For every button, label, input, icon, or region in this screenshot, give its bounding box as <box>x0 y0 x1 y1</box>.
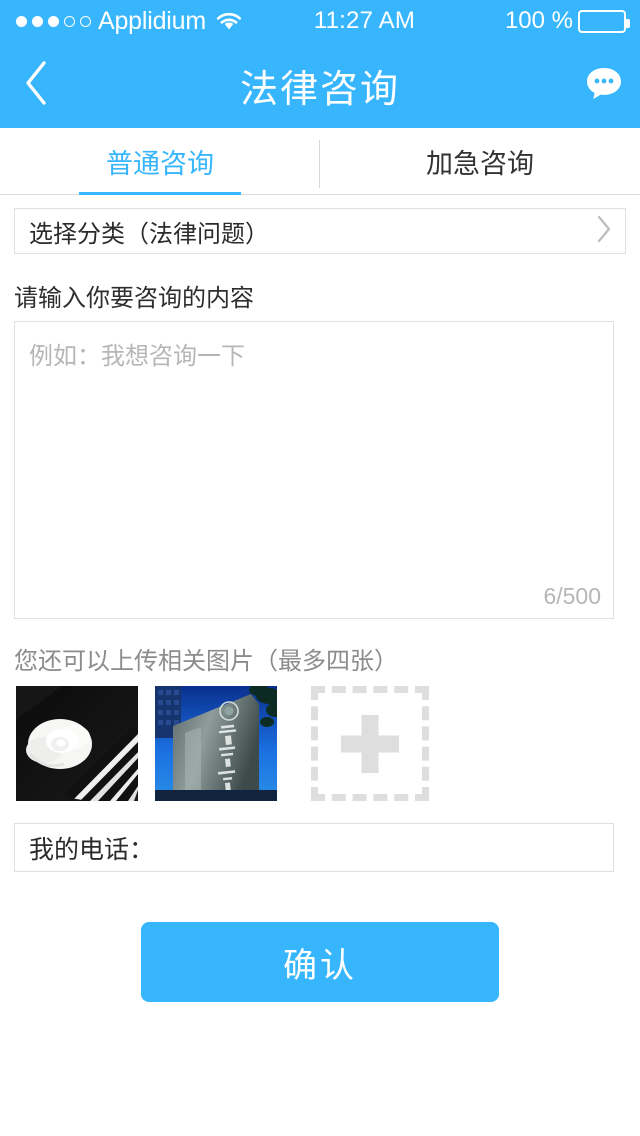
plus-icon <box>341 715 399 773</box>
confirm-button[interactable]: 确认 <box>141 922 499 1002</box>
tab-label: 加急咨询 <box>426 148 534 179</box>
character-counter: 6/500 <box>543 583 601 609</box>
thumbnail-stone-monument-building-sign[interactable] <box>155 686 277 801</box>
textarea-placeholder: 例如：我想咨询一下 <box>29 343 245 370</box>
status-bar: Applidium 11:27 AM 100 % <box>0 0 640 42</box>
category-selector[interactable]: 选择分类（法律问题） <box>14 208 626 254</box>
add-photo-button[interactable] <box>311 686 429 801</box>
chat-button[interactable] <box>568 42 640 128</box>
chevron-right-icon <box>595 214 613 249</box>
upload-images-label: 您还可以上传相关图片（最多四张） <box>14 648 398 675</box>
phone-number-label: 我的电话： <box>29 835 155 864</box>
battery-percent-label: 100 % <box>504 7 573 34</box>
tab-normal-consultation[interactable]: 普通咨询 <box>0 128 320 194</box>
battery-icon <box>578 9 630 33</box>
tab-urgent-consultation[interactable]: 加急咨询 <box>320 128 640 194</box>
category-selector-label: 选择分类（法律问题） <box>29 220 269 248</box>
consultation-type-tabs: 普通咨询 加急咨询 <box>0 128 640 195</box>
status-bar-right: 100 % <box>505 7 640 35</box>
signal-strength-icon <box>16 15 91 27</box>
page-title: 法律咨询 <box>239 68 400 111</box>
thumbnail-white-rose-on-piano-keys[interactable] <box>16 686 138 801</box>
chat-bubble-icon <box>585 65 623 106</box>
status-bar-left: Applidium <box>0 7 242 36</box>
consultation-content-label: 请输入你要咨询的内容 <box>14 285 254 312</box>
carrier-name: Applidium <box>98 6 206 35</box>
navigation-bar: 法律咨询 <box>0 42 640 128</box>
phone-number-field[interactable]: 我的电话： <box>14 823 614 872</box>
app-screen: Applidium 11:27 AM 100 % 法律咨询 普通咨询 加急咨询 … <box>0 0 640 1136</box>
form-content: 选择分类（法律问题） 请输入你要咨询的内容 例如：我想咨询一下 6/500 您还… <box>0 195 640 1002</box>
image-thumbnail-list <box>0 686 640 801</box>
chevron-left-icon <box>23 60 49 111</box>
wifi-icon <box>216 12 242 31</box>
consultation-textarea[interactable]: 例如：我想咨询一下 6/500 <box>14 321 614 619</box>
tab-label: 普通咨询 <box>106 148 214 179</box>
clock: 11:27 AM <box>313 7 416 34</box>
back-button[interactable] <box>0 42 72 128</box>
submit-area: 确认 <box>0 922 640 1002</box>
